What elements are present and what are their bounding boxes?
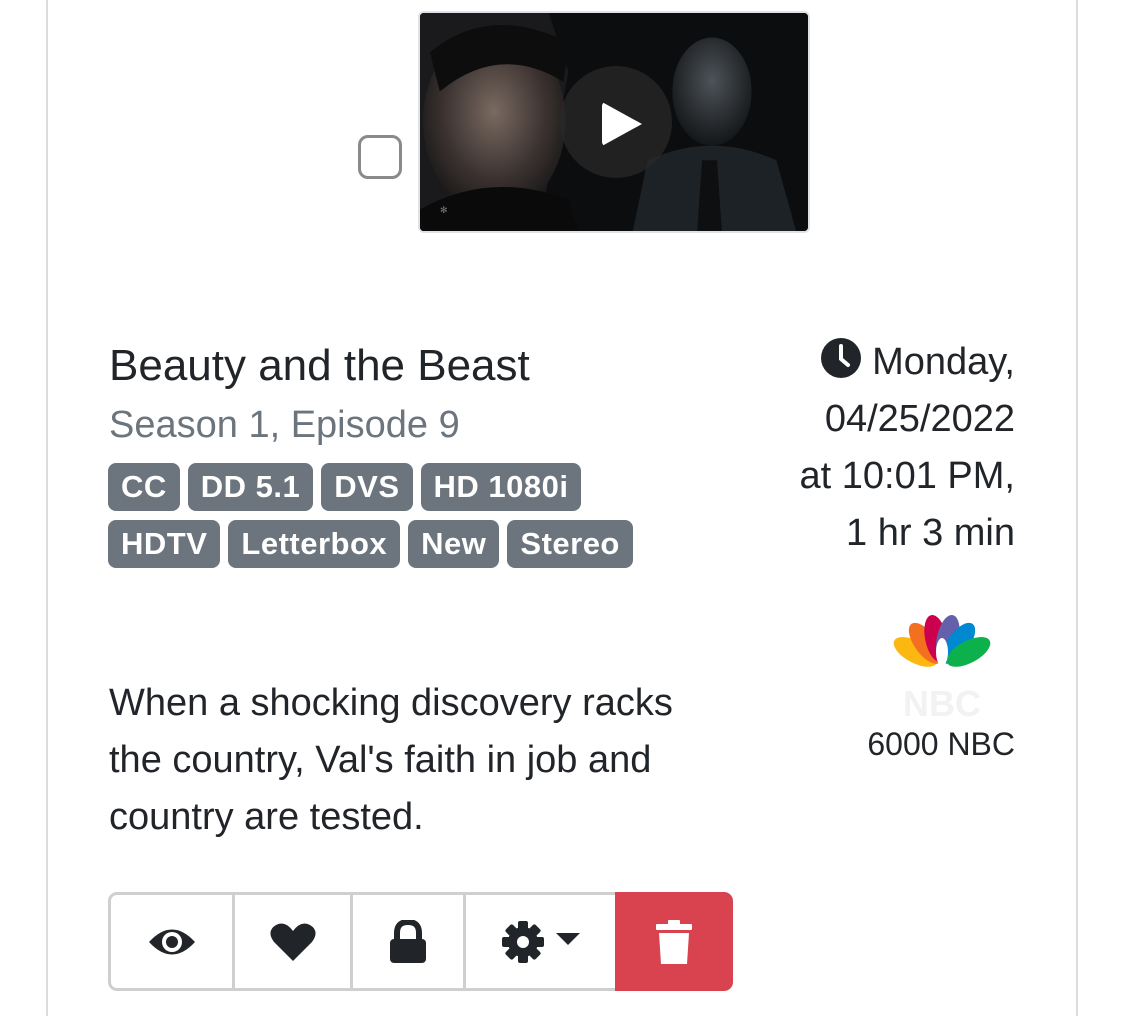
select-checkbox[interactable] [358, 135, 402, 179]
badge-new: New [408, 520, 500, 568]
delete-button[interactable] [615, 892, 733, 991]
air-time: Monday, 04/25/2022 at 10:01 PM, 1 hr 3 m… [655, 334, 1015, 562]
badge-hd1080i: HD 1080i [420, 463, 582, 511]
trash-icon [656, 919, 692, 964]
protect-button[interactable] [350, 892, 466, 991]
nbc-peacock-logo: NBC [893, 615, 991, 722]
badge-dd51: DD 5.1 [187, 463, 314, 511]
clock-icon [821, 338, 862, 378]
caret-down-icon [555, 932, 580, 945]
action-button-group [108, 892, 733, 991]
channel-label: 6000 NBC [867, 726, 1015, 762]
lock-icon [390, 919, 426, 963]
gear-icon [501, 920, 544, 963]
settings-dropdown-button[interactable] [463, 892, 618, 991]
air-duration: 1 hr 3 min [846, 512, 1015, 554]
watched-button[interactable] [108, 892, 235, 991]
badge-dvs: DVS [321, 463, 413, 511]
badge-letterbox: Letterbox [228, 520, 401, 568]
episode-subtitle: Season 1, Episode 9 [109, 404, 460, 446]
nbc-watermark-icon: ✻ [440, 205, 448, 215]
video-thumbnail[interactable]: ✻ [418, 11, 810, 233]
eye-icon [148, 929, 195, 954]
svg-text:NBC: NBC [903, 683, 981, 722]
favorite-button[interactable] [232, 892, 353, 991]
badge-stereo: Stereo [507, 520, 633, 568]
badge-hdtv: HDTV [108, 520, 221, 568]
recording-title: Beauty and the Beast [109, 341, 530, 390]
heart-icon [269, 922, 316, 961]
air-date: 04/25/2022 [824, 398, 1015, 440]
air-time-of-day: at 10:01 PM, [799, 455, 1015, 497]
badge-list: CC DD 5.1 DVS HD 1080i HDTV Letterbox New Stere… [108, 463, 668, 577]
episode-description: When a shocking discovery racks the coun… [109, 682, 673, 838]
play-icon[interactable] [560, 66, 672, 178]
air-day: Monday, [872, 341, 1015, 383]
badge-cc: CC [108, 463, 180, 511]
